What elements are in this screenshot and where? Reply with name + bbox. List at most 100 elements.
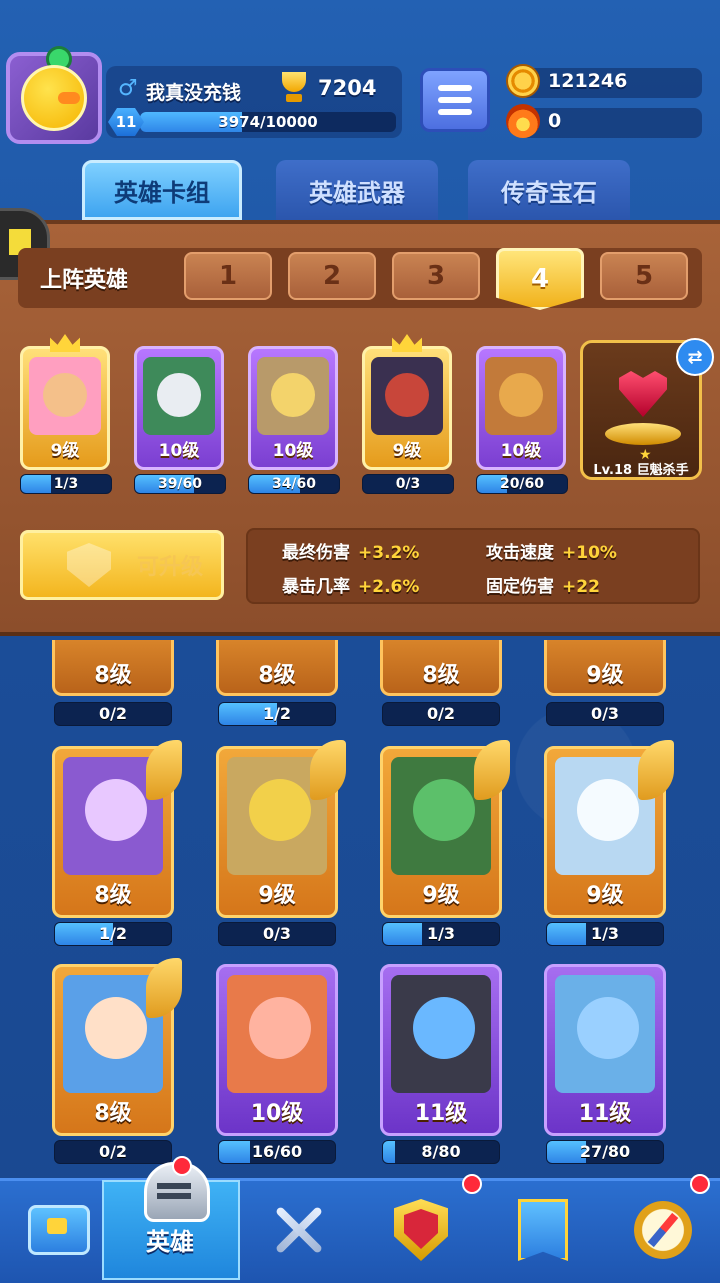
shield-crown-icon	[394, 1199, 448, 1261]
hero-level: 8级	[94, 883, 132, 908]
hero-progress-text: 0/3	[395, 476, 421, 492]
hero-level: 9级	[422, 883, 460, 908]
shield-icon	[67, 543, 111, 587]
hero-progress-text: 34/60	[271, 476, 317, 492]
lineup-slot-5[interactable]: 5	[600, 252, 688, 300]
collection-hero-card[interactable]: 8级	[380, 640, 502, 696]
hero-progress-text: 27/80	[579, 1142, 631, 1161]
hero-face-icon	[577, 779, 639, 841]
lineup-hero-card[interactable]: 9级	[20, 346, 110, 470]
hero-face-icon	[271, 373, 315, 417]
collection-hero-card[interactable]: 10级	[216, 964, 338, 1136]
hero-progress-text: 0/2	[98, 704, 128, 723]
player-name: 我真没充钱	[146, 82, 242, 104]
lineup-slot-4[interactable]: 4	[496, 248, 584, 310]
chest-icon	[28, 1205, 90, 1255]
pedestal-icon	[605, 423, 681, 445]
hero-level: 9级	[586, 883, 624, 908]
hero-level: 9级	[586, 663, 624, 688]
nav-battle[interactable]	[240, 1180, 358, 1280]
lineup-hero-card[interactable]: 10级	[134, 346, 224, 470]
hero-level: 10级	[158, 441, 200, 461]
hero-portrait	[257, 357, 329, 435]
hero-level: 8级	[422, 663, 460, 688]
lineup-slot-3[interactable]: 3	[392, 252, 480, 300]
hero-level: 9级	[50, 441, 80, 461]
upgrade-label: 可升级	[136, 555, 203, 580]
hero-face-icon	[499, 373, 543, 417]
hero-progress-text: 1/3	[426, 924, 456, 943]
hero-portrait	[227, 975, 327, 1093]
hero-level: 8级	[94, 1101, 132, 1126]
stat-crit-rate: 暴击几率 +2.6%	[282, 577, 420, 597]
flame-icon	[506, 104, 540, 138]
stat-fixed-damage: 固定伤害 +22	[486, 577, 600, 597]
nav-clan[interactable]	[362, 1180, 480, 1280]
duck-portrait-icon	[21, 65, 87, 131]
swords-icon	[269, 1200, 329, 1260]
banner-icon	[518, 1199, 568, 1261]
hero-level: 11级	[578, 1101, 632, 1126]
hero-progress-text: 8/80	[421, 1142, 461, 1161]
legend-gem-label: Lv.18 巨魁杀手	[593, 463, 689, 478]
lineup-hero-card[interactable]: 9级	[362, 346, 452, 470]
hero-progress-text: 0/3	[590, 704, 620, 723]
player-avatar[interactable]	[6, 46, 102, 144]
collection-hero-card[interactable]: 11级	[380, 964, 502, 1136]
menu-button[interactable]	[420, 68, 490, 132]
hero-progress-text: 20/60	[499, 476, 545, 492]
hero-level: 11级	[414, 1101, 468, 1126]
collection-hero-card[interactable]: 9级	[544, 640, 666, 696]
notification-dot	[172, 1156, 192, 1176]
hero-level: 8级	[258, 663, 296, 688]
hero-level: 10级	[272, 441, 314, 461]
collection-hero-card[interactable]: 8级	[52, 640, 174, 696]
collection-hero-card[interactable]: 8级	[216, 640, 338, 696]
notification-dot	[462, 1174, 482, 1194]
hero-portrait	[371, 357, 443, 435]
lineup-slot-1[interactable]: 1	[184, 252, 272, 300]
hero-portrait	[555, 975, 655, 1093]
xp-text: 3974/10000	[218, 113, 318, 131]
hero-face-icon	[385, 373, 429, 417]
lineup-slot-2[interactable]: 2	[288, 252, 376, 300]
hero-progress-text: 1/3	[590, 924, 620, 943]
hero-level: 10级	[250, 1101, 304, 1126]
stat-final-damage: 最终伤害 +3.2%	[282, 543, 420, 563]
notification-dot	[690, 1174, 710, 1194]
nav-heroes-label: 英雄	[146, 1228, 194, 1256]
nav-explore[interactable]	[604, 1180, 720, 1280]
swap-gem-button[interactable]: ⇄	[676, 338, 714, 376]
lineup-hero-card[interactable]: 10级	[476, 346, 566, 470]
nav-social[interactable]	[484, 1180, 602, 1280]
hero-progress-text: 0/2	[98, 1142, 128, 1161]
hero-progress-text: 1/2	[262, 704, 292, 723]
trophy-icon	[276, 72, 312, 104]
collection-hero-card[interactable]: 11级	[544, 964, 666, 1136]
flame-count: 0	[548, 110, 562, 132]
upgrade-button[interactable]: 可升级	[20, 530, 224, 600]
tab-hero-weapons[interactable]: 英雄武器	[276, 160, 438, 220]
tab-hero-deck[interactable]: 英雄卡组	[82, 160, 242, 220]
hero-progress-text: 39/60	[157, 476, 203, 492]
lineup-hero-card[interactable]: 10级	[248, 346, 338, 470]
hero-face-icon	[413, 779, 475, 841]
hero-face-icon	[85, 997, 147, 1059]
tab-legend-gems[interactable]: 传奇宝石	[468, 160, 630, 220]
trophy-count: 7204	[318, 76, 377, 100]
coin-count: 121246	[548, 70, 628, 92]
hero-level: 8级	[94, 663, 132, 688]
hero-progress-text: 0/2	[426, 704, 456, 723]
hero-portrait	[391, 975, 491, 1093]
hero-face-icon	[577, 997, 639, 1059]
coin-icon	[506, 64, 540, 98]
compass-icon	[634, 1201, 692, 1259]
hero-face-icon	[413, 997, 475, 1059]
lineup-title: 上阵英雄	[40, 268, 129, 293]
hero-portrait	[29, 357, 101, 435]
male-symbol-icon: ♂	[118, 76, 138, 101]
hero-face-icon	[157, 373, 201, 417]
heart-gem-icon	[619, 371, 667, 417]
hero-progress-text: 1/2	[98, 924, 128, 943]
stat-attack-speed: 攻击速度 +10%	[486, 543, 617, 563]
